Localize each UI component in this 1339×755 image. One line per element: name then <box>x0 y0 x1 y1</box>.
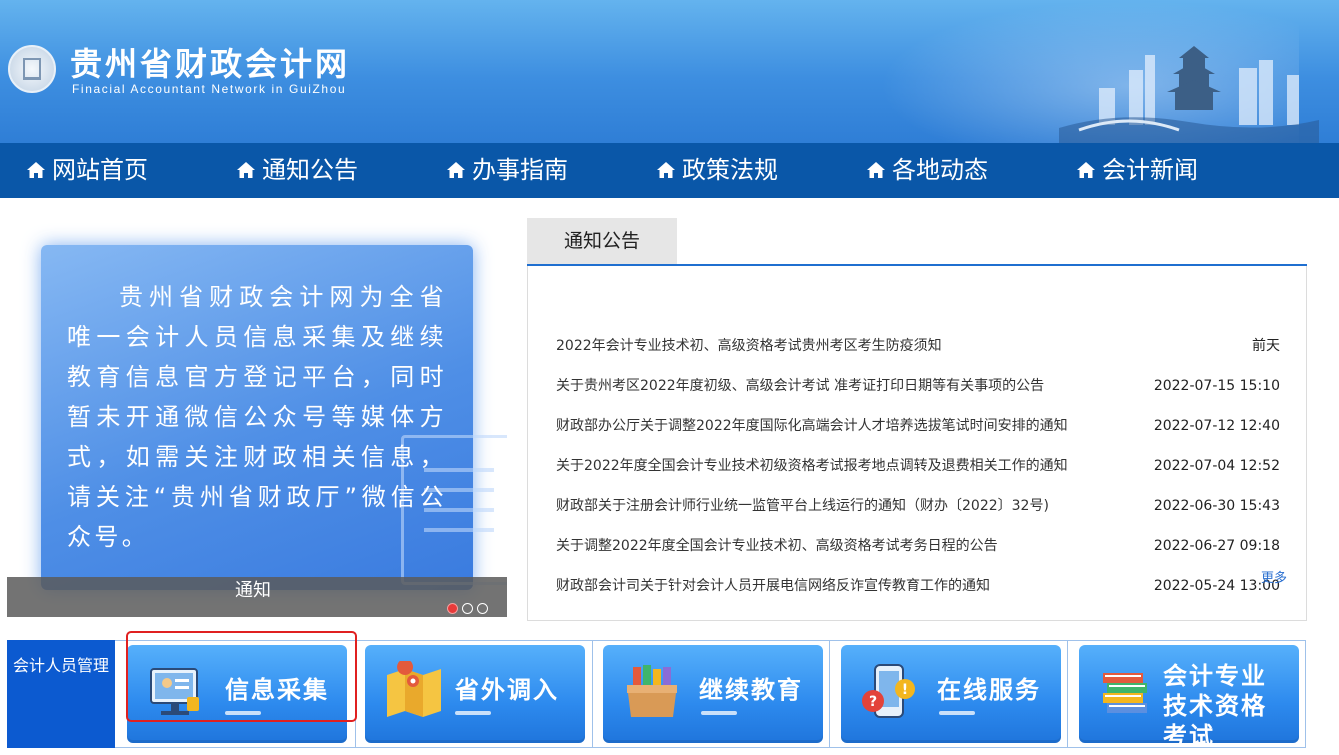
map-pin-icon <box>387 661 441 717</box>
nav-item-label: 政策法规 <box>682 156 778 184</box>
notice-date: 2022-07-04 12:52 <box>1153 458 1280 474</box>
home-icon <box>237 162 255 178</box>
notice-title[interactable]: 财政部关于注册会计师行业统一监管平台上线运行的通知（财办〔2022〕32号) <box>556 486 1049 526</box>
main-nav: 网站首页 通知公告 办事指南 政策法规 各地动态 会计新闻 <box>0 143 1339 198</box>
home-icon <box>867 162 885 178</box>
home-icon <box>27 162 45 178</box>
tile-underline <box>455 711 491 715</box>
tile-qualification-exam[interactable]: 会计专业技术资格考试 <box>1079 645 1299 743</box>
notice-date: 前天 <box>1252 338 1280 354</box>
list-item[interactable]: 财政部关于注册会计师行业统一监管平台上线运行的通知（财办〔2022〕32号) 2… <box>556 486 1280 526</box>
tile-divider <box>1067 641 1068 747</box>
notice-title[interactable]: 关于2022年度全国会计专业技术初级资格考试报考地点调转及退费相关工作的通知 <box>556 446 1068 486</box>
tile-divider <box>829 641 830 747</box>
carousel-caption[interactable]: 通知 <box>7 577 507 617</box>
tile-underline <box>939 711 975 715</box>
carousel-dot[interactable] <box>477 603 488 614</box>
site-subtitle: Finacial Accountant Network in GuiZhou <box>72 82 347 96</box>
city-skyline-icon <box>1059 46 1319 143</box>
tile-continuing-education[interactable]: 继续教育 <box>603 645 823 743</box>
notice-date: 2022-07-15 15:10 <box>1153 378 1280 394</box>
list-item[interactable]: 2022年会计专业技术初、高级资格考试贵州考区考生防疫须知 前天 <box>556 326 1280 366</box>
tile-transfer-in[interactable]: 省外调入 <box>365 645 585 743</box>
list-item[interactable]: 财政部办公厅关于调整2022年度国际化高端会计人才培养选拔笔试时间安排的通知 2… <box>556 406 1280 446</box>
nav-item-local-news[interactable]: 各地动态 <box>866 143 988 198</box>
list-item[interactable]: 关于调整2022年度全国会计专业技术初、高级资格考试考务日程的公告 2022-0… <box>556 526 1280 566</box>
tab-notices[interactable]: 通知公告 <box>527 218 677 264</box>
nav-item-label: 各地动态 <box>892 156 988 184</box>
carousel-dot[interactable] <box>462 603 473 614</box>
notice-title[interactable]: 关于贵州考区2022年度初级、高级会计考试 准考证打印日期等有关事项的公告 <box>556 366 1044 406</box>
tile-online-service[interactable]: ? ! 在线服务 <box>841 645 1061 743</box>
notice-title[interactable]: 财政部办公厅关于调整2022年度国际化高端会计人才培养选拔笔试时间安排的通知 <box>556 406 1068 446</box>
nav-item-guide[interactable]: 办事指南 <box>446 143 568 198</box>
books-box-icon <box>627 665 677 717</box>
notice-title[interactable]: 关于调整2022年度全国会计专业技术初、高级资格考试考务日程的公告 <box>556 526 998 566</box>
logo-emblem-icon[interactable] <box>8 45 56 93</box>
nav-item-policy[interactable]: 政策法规 <box>656 143 778 198</box>
list-item[interactable]: 关于2022年度全国会计专业技术初级资格考试报考地点调转及退费相关工作的通知 2… <box>556 446 1280 486</box>
notice-panel: 通知公告 2022年会计专业技术初、高级资格考试贵州考区考生防疫须知 前天 关于… <box>527 218 1307 621</box>
notice-list: 2022年会计专业技术初、高级资格考试贵州考区考生防疫须知 前天 关于贵州考区2… <box>527 266 1307 621</box>
nav-item-accounting-news[interactable]: 会计新闻 <box>1076 143 1198 198</box>
tile-label: 会计专业技术资格考试 <box>1163 662 1267 743</box>
tile-divider <box>592 641 593 747</box>
notice-date: 2022-07-12 12:40 <box>1153 418 1280 434</box>
section-label: 会计人员管理 <box>7 640 115 748</box>
tile-label: 在线服务 <box>937 676 1041 704</box>
phone-help-icon: ? ! <box>862 664 915 718</box>
list-item[interactable]: 关于贵州考区2022年度初级、高级会计考试 准考证打印日期等有关事项的公告 20… <box>556 366 1280 406</box>
nav-item-label: 会计新闻 <box>1102 156 1198 184</box>
highlight-box <box>126 631 357 722</box>
nav-item-notices[interactable]: 通知公告 <box>236 143 358 198</box>
tile-underline <box>701 711 737 715</box>
nav-item-home[interactable]: 网站首页 <box>26 143 148 198</box>
nav-item-label: 网站首页 <box>52 156 148 184</box>
notice-title[interactable]: 财政部会计司关于针对会计人员开展电信网络反诈宣传教育工作的通知 <box>556 566 990 606</box>
notice-date: 2022-06-27 09:18 <box>1153 538 1280 554</box>
more-link[interactable]: 更多 <box>1261 567 1287 586</box>
site-title[interactable]: 贵州省财政会计网 <box>70 44 350 84</box>
carousel-slide-text: 贵州省财政会计网为全省唯一会计人员信息采集及继续教育信息官方登记平台，同时暂未开… <box>67 283 447 551</box>
list-item[interactable]: 财政部会计司关于针对会计人员开展电信网络反诈宣传教育工作的通知 2022-05-… <box>556 566 1280 606</box>
home-icon <box>447 162 465 178</box>
book-stack-icon <box>1103 673 1147 713</box>
nav-item-label: 通知公告 <box>262 156 358 184</box>
carousel-dot-active[interactable] <box>447 603 458 614</box>
notice-date: 2022-06-30 15:43 <box>1153 498 1280 514</box>
site-header: 贵州省财政会计网 Finacial Accountant Network in … <box>0 0 1339 143</box>
tile-label: 省外调入 <box>455 676 559 704</box>
home-icon <box>657 162 675 178</box>
tile-label: 继续教育 <box>699 676 803 704</box>
home-icon <box>1077 162 1095 178</box>
svg-text:!: ! <box>902 682 908 698</box>
carousel[interactable]: 贵州省财政会计网为全省唯一会计人员信息采集及继续教育信息官方登记平台，同时暂未开… <box>7 217 507 617</box>
nav-item-label: 办事指南 <box>472 156 568 184</box>
svg-text:?: ? <box>869 694 877 710</box>
notice-title[interactable]: 2022年会计专业技术初、高级资格考试贵州考区考生防疫须知 <box>556 326 942 366</box>
